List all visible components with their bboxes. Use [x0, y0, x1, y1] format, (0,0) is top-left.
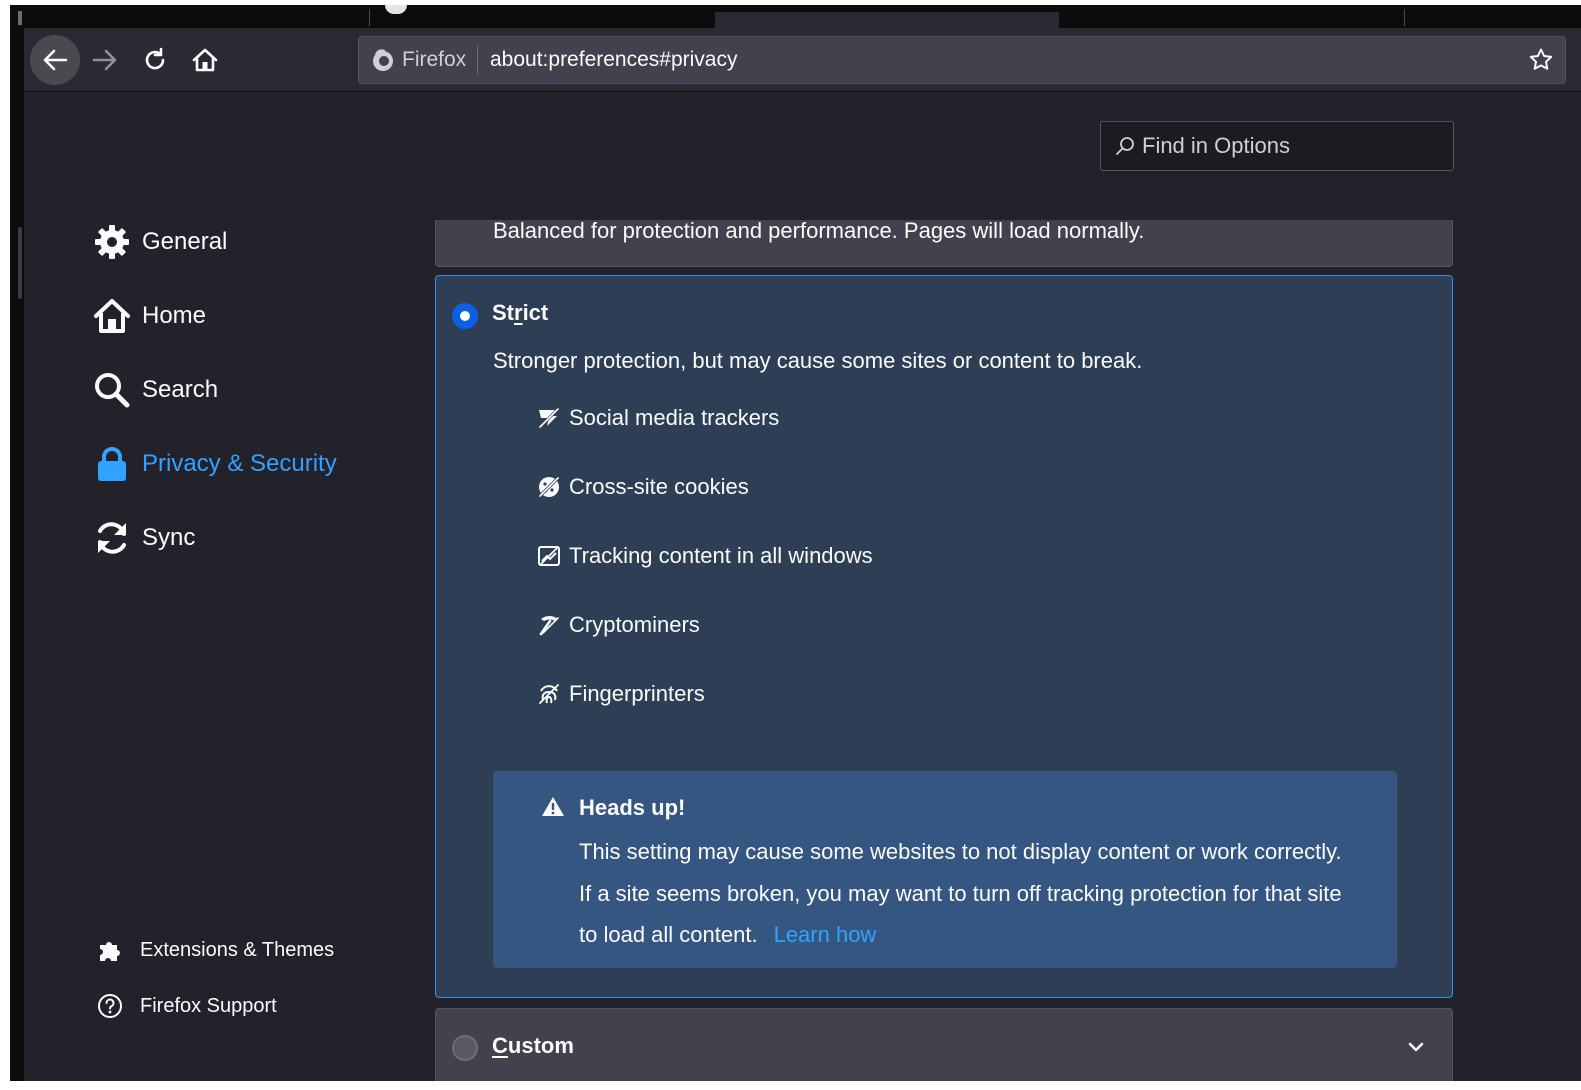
cookie-blocked-icon: [536, 474, 562, 500]
tab-favicon: [385, 5, 407, 14]
browser-window: Firefox about:preferences#privacy Genera…: [10, 5, 1581, 1081]
search-icon: [1116, 137, 1134, 155]
home-icon: [92, 296, 132, 336]
warning-body: This setting may cause some websites to …: [579, 839, 1342, 947]
strict-feature-item: Cross-site cookies: [536, 472, 749, 502]
fingerprinter-blocked-icon: [536, 681, 562, 707]
preferences-page: General Home Search Privacy & Security S…: [24, 92, 1581, 1081]
search-icon: [92, 370, 132, 410]
strict-title[interactable]: Strict: [492, 300, 548, 326]
url-bar[interactable]: Firefox about:preferences#privacy: [358, 36, 1566, 84]
sidebar-item-privacy-security[interactable]: Privacy & Security: [92, 442, 337, 486]
protection-card-custom[interactable]: Custom: [435, 1008, 1453, 1081]
sidebar-item-label: Search: [142, 376, 219, 403]
strict-feature-item: Fingerprinters: [536, 679, 705, 709]
custom-radio[interactable]: [452, 1035, 478, 1061]
learn-how-link[interactable]: Learn how: [774, 922, 877, 947]
url-separator: [477, 46, 478, 74]
bookmark-star-button[interactable]: [1527, 46, 1555, 74]
sidebar-item-label: Privacy & Security: [142, 450, 337, 477]
sidebar-item-general[interactable]: General: [92, 220, 227, 264]
firefox-logo-icon: [373, 49, 393, 71]
warning-title: Heads up!: [579, 795, 686, 820]
nav-toolbar: Firefox about:preferences#privacy: [24, 28, 1581, 92]
identity-label: Firefox: [402, 48, 467, 71]
sidebar-item-sync[interactable]: Sync: [92, 516, 195, 560]
custom-title[interactable]: Custom: [492, 1033, 574, 1059]
tab-strip: [10, 5, 1581, 28]
chevron-down-icon[interactable]: [1406, 1037, 1426, 1057]
heads-up-warning: Heads up! This setting may cause some we…: [493, 771, 1397, 968]
standard-description: Balanced for protection and performance.…: [493, 218, 1145, 243]
sync-icon: [92, 518, 132, 558]
reload-icon: [145, 47, 165, 70]
feature-label: Social media trackers: [569, 405, 780, 430]
sidebar-item-search[interactable]: Search: [92, 368, 218, 412]
sidebar-item-home[interactable]: Home: [92, 294, 206, 338]
feature-label: Cryptominers: [569, 612, 700, 637]
protection-card-standard[interactable]: Balanced for protection and performance.…: [435, 220, 1453, 267]
strict-radio[interactable]: [452, 303, 478, 329]
strict-feature-item: Cryptominers: [536, 610, 700, 640]
sidebar-link-label: Extensions & Themes: [140, 938, 335, 961]
reload-button[interactable]: [130, 35, 180, 85]
find-in-options[interactable]: [1100, 121, 1454, 171]
star-icon: [1529, 48, 1553, 70]
sidebar-item-label: Sync: [142, 524, 196, 551]
protection-card-strict[interactable]: Strict Stronger protection, but may caus…: [435, 275, 1453, 998]
sidebar-item-label: Home: [142, 302, 207, 329]
puzzle-icon: [96, 936, 124, 964]
help-icon: [96, 992, 124, 1020]
lock-icon: [92, 444, 132, 484]
strict-title-end: ict: [522, 300, 549, 325]
feature-label: Cross-site cookies: [569, 474, 749, 499]
sidebar-link-extensions-themes[interactable]: Extensions & Themes: [96, 932, 334, 968]
home-icon: [192, 48, 218, 72]
feature-label: Tracking content in all windows: [569, 543, 873, 568]
frame-marker: [18, 11, 22, 25]
sidebar-link-label: Firefox Support: [140, 994, 277, 1017]
tab-separator: [1404, 9, 1405, 26]
back-button[interactable]: [30, 35, 80, 85]
arrow-left-icon: [43, 49, 68, 71]
url-text[interactable]: about:preferences#privacy: [490, 37, 737, 83]
feature-label: Fingerprinters: [569, 681, 705, 706]
strict-title-start: St: [492, 300, 514, 325]
custom-title-accesskey: C: [492, 1033, 508, 1058]
social-tracker-blocked-icon: [536, 405, 562, 431]
find-input[interactable]: [1142, 133, 1422, 159]
warning-text: This setting may cause some websites to …: [579, 831, 1359, 956]
tab-active[interactable]: [715, 12, 1059, 28]
cryptominer-blocked-icon: [536, 612, 562, 638]
strict-description: Stronger protection, but may cause some …: [493, 348, 1143, 373]
home-button[interactable]: [180, 35, 230, 85]
window-left-frame: [10, 5, 24, 1081]
frame-scrollbar[interactable]: [18, 227, 22, 299]
gear-icon: [92, 222, 132, 262]
strict-feature-item: Tracking content in all windows: [536, 541, 873, 571]
custom-title-end: ustom: [507, 1033, 574, 1058]
identity-box[interactable]: Firefox: [371, 37, 466, 83]
sidebar-item-label: General: [142, 228, 228, 255]
arrow-right-icon: [92, 49, 117, 71]
tracking-content-blocked-icon: [536, 543, 562, 569]
tab-separator: [369, 9, 370, 26]
forward-button[interactable]: [80, 35, 130, 85]
warning-icon: [542, 797, 564, 816]
sidebar-link-firefox-support[interactable]: Firefox Support: [96, 988, 277, 1024]
strict-feature-item: Social media trackers: [536, 403, 779, 433]
strict-title-accesskey: r: [514, 300, 523, 325]
